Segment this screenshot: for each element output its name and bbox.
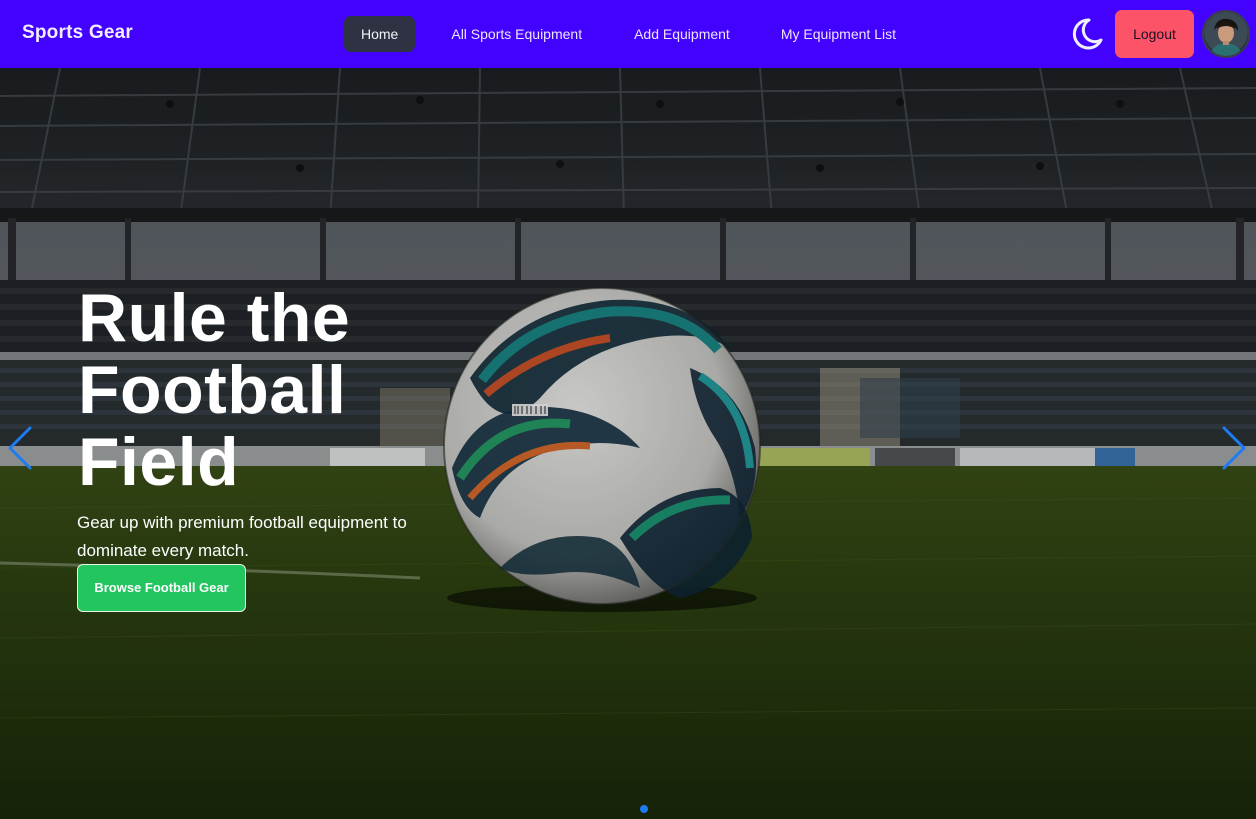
user-avatar[interactable] <box>1202 10 1250 58</box>
nav-links: Home All Sports Equipment Add Equipment … <box>344 16 931 52</box>
chevron-left-icon[interactable] <box>6 424 34 472</box>
hero-title: Rule the Football Field <box>78 280 351 500</box>
navbar: Sports Gear Home All Sports Equipment Ad… <box>0 0 1256 68</box>
brand-logo[interactable]: Sports Gear <box>22 22 133 44</box>
nav-link-my-equipment-list[interactable]: My Equipment List <box>764 16 913 52</box>
moon-icon[interactable] <box>1068 16 1104 52</box>
chevron-right-icon[interactable] <box>1220 424 1248 472</box>
browse-football-gear-button[interactable]: Browse Football Gear <box>77 564 246 612</box>
hero-slider: Rule the Football Field Gear up with pre… <box>0 68 1256 819</box>
logout-button[interactable]: Logout <box>1115 10 1194 58</box>
hero-subtitle: Gear up with premium football equipment … <box>77 513 407 560</box>
nav-link-add-equipment[interactable]: Add Equipment <box>617 16 747 52</box>
nav-link-all-sports-equipment[interactable]: All Sports Equipment <box>434 16 599 52</box>
slider-pagination-dot[interactable] <box>640 805 648 813</box>
nav-link-home[interactable]: Home <box>344 16 416 52</box>
